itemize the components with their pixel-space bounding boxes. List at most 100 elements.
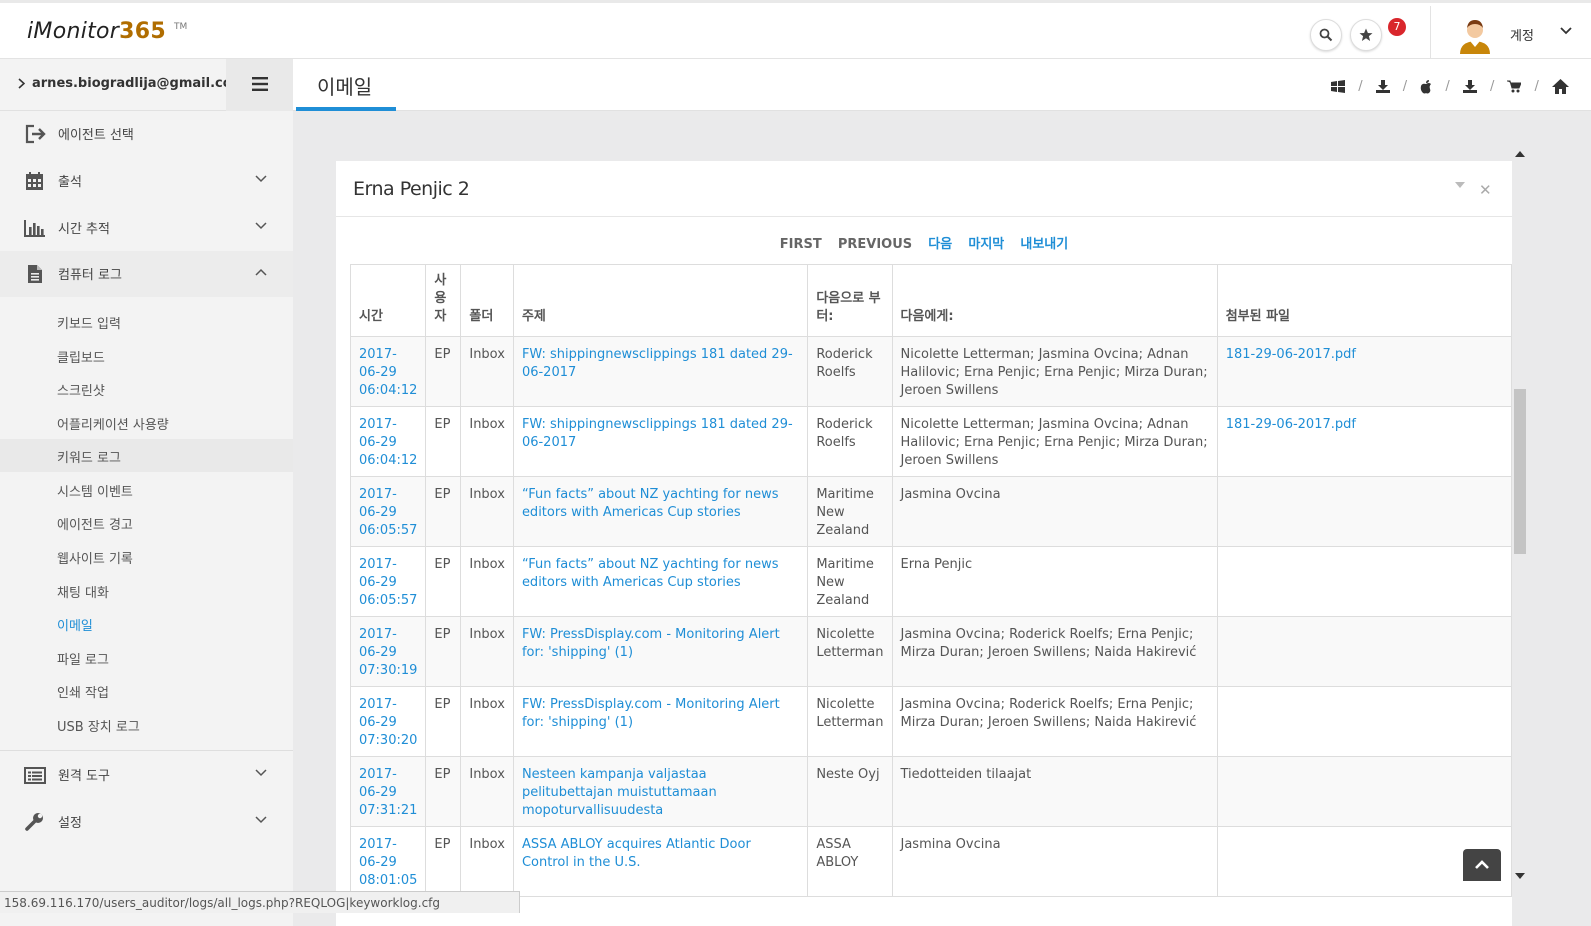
sidebar-subitem-file-log[interactable]: 파일 로그 xyxy=(0,641,293,674)
scroll-up-icon[interactable] xyxy=(1515,151,1525,157)
sidebar-item-computer-logs[interactable]: 컴퓨터 로그 xyxy=(0,251,293,297)
notification-badge: 7 xyxy=(1388,18,1406,36)
breadcrumb-separator: / xyxy=(1402,79,1408,94)
column-header-from[interactable]: 다음으로 부터: xyxy=(807,264,893,337)
time-cell[interactable]: 2017-06-29 06:04:12 xyxy=(349,336,427,407)
menu-toggle-button[interactable] xyxy=(226,59,293,111)
attachment-cell xyxy=(1216,756,1512,827)
attachment-cell[interactable]: 181-29-06-2017.pdf xyxy=(1216,336,1512,407)
sidebar-subitem-usb-log[interactable]: USB 장치 로그 xyxy=(0,708,293,741)
close-icon[interactable]: ✕ xyxy=(1479,181,1492,199)
subject-cell[interactable]: ASSA ABLOY acquires Atlantic Door Contro… xyxy=(512,826,809,897)
pager-last[interactable]: 마지막 xyxy=(968,233,1004,252)
calendar-icon xyxy=(26,172,43,190)
sidebar-subitem-website-history[interactable]: 웹사이트 기록 xyxy=(0,540,293,573)
to-cell: Tiedotteiden tilaajat xyxy=(891,756,1218,827)
user-cell: EP xyxy=(425,616,462,687)
export-link[interactable]: 내보내기 xyxy=(1020,233,1068,252)
folder-cell: Inbox xyxy=(460,616,514,687)
sidebar-item-attendance[interactable]: 출석 xyxy=(0,158,293,204)
time-cell[interactable]: 2017-06-29 08:01:05 xyxy=(349,826,427,897)
sidebar-item-time-tracking[interactable]: 시간 추적 xyxy=(0,205,293,251)
favorites-button[interactable] xyxy=(1350,19,1382,51)
user-cell: EP xyxy=(425,476,462,547)
star-icon xyxy=(1359,28,1373,41)
sidebar-subitem-label: 키워드 로그 xyxy=(57,451,121,466)
sidebar-item-settings[interactable]: 설정 xyxy=(0,799,293,845)
time-cell[interactable]: 2017-06-29 07:31:21 xyxy=(349,756,427,827)
scrollbar-thumb[interactable] xyxy=(1514,389,1526,554)
sidebar-subitem-chat[interactable]: 채팅 대화 xyxy=(0,574,293,607)
chevron-down-icon[interactable] xyxy=(1560,27,1572,35)
sidebar-subitem-email[interactable]: 이메일 xyxy=(0,607,293,640)
time-cell[interactable]: 2017-06-29 07:30:20 xyxy=(349,686,427,757)
column-header-user[interactable]: 사용자 xyxy=(425,264,462,337)
cart-icon[interactable] xyxy=(1507,80,1522,93)
home-icon[interactable] xyxy=(1552,79,1569,94)
to-cell: Nicolette Letterman; Jasmina Ovcina; Adn… xyxy=(891,336,1218,407)
sidebar-subitem-print-jobs[interactable]: 인쇄 작업 xyxy=(0,674,293,707)
sidebar-subitem-keyword-log[interactable]: 키워드 로그 xyxy=(0,439,293,472)
breadcrumb-separator: / xyxy=(1445,79,1450,94)
app-logo[interactable]: iMonitor365 xyxy=(27,19,166,44)
subject-cell[interactable]: FW: shippingnewsclippings 181 dated 29-0… xyxy=(512,336,809,407)
current-user[interactable]: arnes.biogradlija@gmail.com xyxy=(0,59,245,111)
pager-first[interactable]: FIRST xyxy=(780,237,822,252)
apple-icon[interactable] xyxy=(1420,79,1432,94)
chevron-down-icon xyxy=(255,816,267,824)
windows-icon[interactable] xyxy=(1331,80,1346,93)
pagination: FIRST PREVIOUS 다음 마지막 내보내기 xyxy=(336,233,1512,252)
sidebar-subitem-system-events[interactable]: 시스템 이벤트 xyxy=(0,473,293,506)
folder-cell: Inbox xyxy=(460,756,514,827)
table-row: 2017-06-29 07:30:20 EP Inbox FW: PressDi… xyxy=(349,686,1512,757)
subject-cell[interactable]: Nesteen kampanja valjastaa pelitubettaja… xyxy=(512,756,809,827)
sidebar-subitem-label: 채팅 대화 xyxy=(57,586,109,601)
scroll-down-icon[interactable] xyxy=(1515,873,1525,879)
sidebar-subitem-clipboard[interactable]: 클립보드 xyxy=(0,339,293,372)
subject-cell[interactable]: FW: PressDisplay.com - Monitoring Alert … xyxy=(512,686,809,757)
attachment-cell xyxy=(1216,546,1512,617)
time-cell[interactable]: 2017-06-29 06:04:12 xyxy=(349,406,427,477)
subject-cell[interactable]: “Fun facts” about NZ yachting for news e… xyxy=(512,546,809,617)
time-cell[interactable]: 2017-06-29 06:05:57 xyxy=(349,546,427,617)
sidebar-subitem-agent-alerts[interactable]: 에이전트 경고 xyxy=(0,506,293,539)
subject-cell[interactable]: “Fun facts” about NZ yachting for news e… xyxy=(512,476,809,547)
sidebar-item-agent-select[interactable]: 에이전트 선택 xyxy=(0,111,293,157)
panel-header: Erna Penjic 2 ✕ xyxy=(336,161,1512,217)
top-header: iMonitor365 TM 7 계정 xyxy=(0,0,1591,61)
scroll-to-top-button[interactable] xyxy=(1463,849,1501,881)
column-header-subject[interactable]: 주제 xyxy=(512,264,809,337)
column-header-attachment[interactable]: 첨부된 파일 xyxy=(1216,264,1512,337)
sidebar-subitem-keyboard[interactable]: 키보드 입력 xyxy=(0,305,293,338)
collapse-icon[interactable] xyxy=(1455,182,1465,188)
breadcrumb-separator: / xyxy=(1534,79,1539,94)
list-icon xyxy=(24,767,46,784)
sidebar-item-remote-tools[interactable]: 원격 도구 xyxy=(0,752,293,798)
subject-cell[interactable]: FW: shippingnewsclippings 181 dated 29-0… xyxy=(512,406,809,477)
time-cell[interactable]: 2017-06-29 07:30:19 xyxy=(349,616,427,687)
download-icon[interactable] xyxy=(1462,80,1477,93)
attachment-cell xyxy=(1216,476,1512,547)
bar-chart-icon xyxy=(24,220,45,237)
time-cell[interactable]: 2017-06-29 06:05:57 xyxy=(349,476,427,547)
vertical-scrollbar[interactable] xyxy=(1506,151,1526,879)
column-header-folder[interactable]: 폴더 xyxy=(460,264,514,337)
download-icon[interactable] xyxy=(1375,80,1390,93)
sidebar-subitem-app-usage[interactable]: 어플리케이션 사용량 xyxy=(0,406,293,439)
avatar[interactable] xyxy=(1457,16,1493,54)
user-cell: EP xyxy=(425,756,462,827)
sidebar-item-label: 시간 추적 xyxy=(58,222,110,237)
sidebar-item-label: 컴퓨터 로그 xyxy=(58,268,122,283)
pager-previous[interactable]: PREVIOUS xyxy=(838,237,912,252)
pager-next[interactable]: 다음 xyxy=(928,233,952,252)
attachment-cell[interactable]: 181-29-06-2017.pdf xyxy=(1216,406,1512,477)
subject-cell[interactable]: FW: PressDisplay.com - Monitoring Alert … xyxy=(512,616,809,687)
column-header-to[interactable]: 다음에게: xyxy=(891,264,1218,337)
sidebar-subitem-screenshots[interactable]: 스크린샷 xyxy=(0,372,293,405)
logo-text: iMonitor xyxy=(27,19,120,44)
column-header-time[interactable]: 시간 xyxy=(349,264,427,337)
account-label[interactable]: 계정 xyxy=(1510,25,1534,44)
user-avatar-icon xyxy=(1460,20,1490,54)
search-button[interactable] xyxy=(1310,19,1342,51)
user-cell: EP xyxy=(425,546,462,617)
